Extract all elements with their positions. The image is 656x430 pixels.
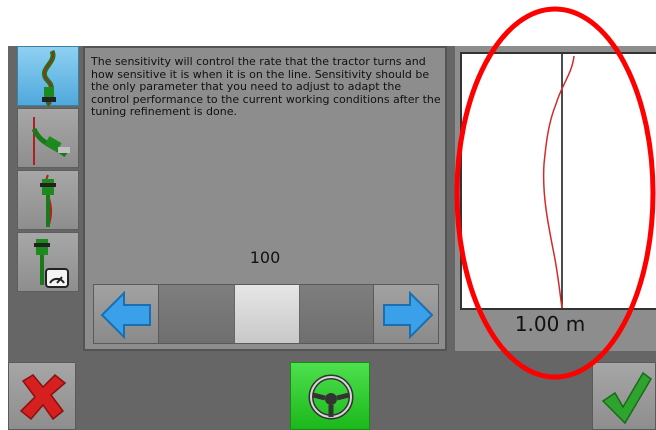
tractor-path-line — [542, 55, 575, 309]
sensitivity-slider[interactable] — [93, 284, 439, 344]
tractor-approach-line-icon — [31, 117, 70, 165]
track-plot-frame: 1.00 m — [455, 46, 656, 351]
sidebar-item-sensitivity[interactable] — [17, 46, 79, 107]
sensitivity-description: The sensitivity will control the rate th… — [91, 55, 441, 119]
track-plot — [460, 52, 656, 310]
red-x-icon — [19, 373, 67, 421]
cancel-button[interactable] — [8, 362, 76, 430]
tractor-on-line-icon — [40, 174, 56, 228]
sidebar-item-on-line[interactable] — [17, 170, 79, 230]
slider-thumb[interactable] — [234, 285, 300, 343]
slider-track[interactable] — [159, 284, 373, 344]
tractor-speedometer-icon — [34, 239, 69, 288]
sensitivity-panel: The sensitivity will control the rate th… — [83, 46, 447, 351]
arrow-right-icon — [383, 290, 434, 340]
increase-button[interactable] — [373, 284, 439, 344]
plot-scale-label: 1.00 m — [514, 312, 586, 336]
green-check-icon — [601, 371, 652, 425]
guidance-track-graph — [542, 54, 575, 309]
confirm-button[interactable] — [592, 362, 656, 430]
sensitivity-value: 100 — [249, 248, 281, 267]
sidebar-item-speed[interactable] — [17, 232, 79, 292]
tractor-curve-path-icon — [41, 49, 56, 107]
decrease-button[interactable] — [93, 284, 159, 344]
sidebar-item-approach[interactable] — [17, 108, 79, 168]
arrow-left-icon — [100, 290, 151, 340]
steering-wheel-icon — [308, 374, 354, 420]
auto-steer-button[interactable] — [290, 362, 370, 430]
tuning-screen: The sensitivity will control the rate th… — [8, 46, 656, 430]
